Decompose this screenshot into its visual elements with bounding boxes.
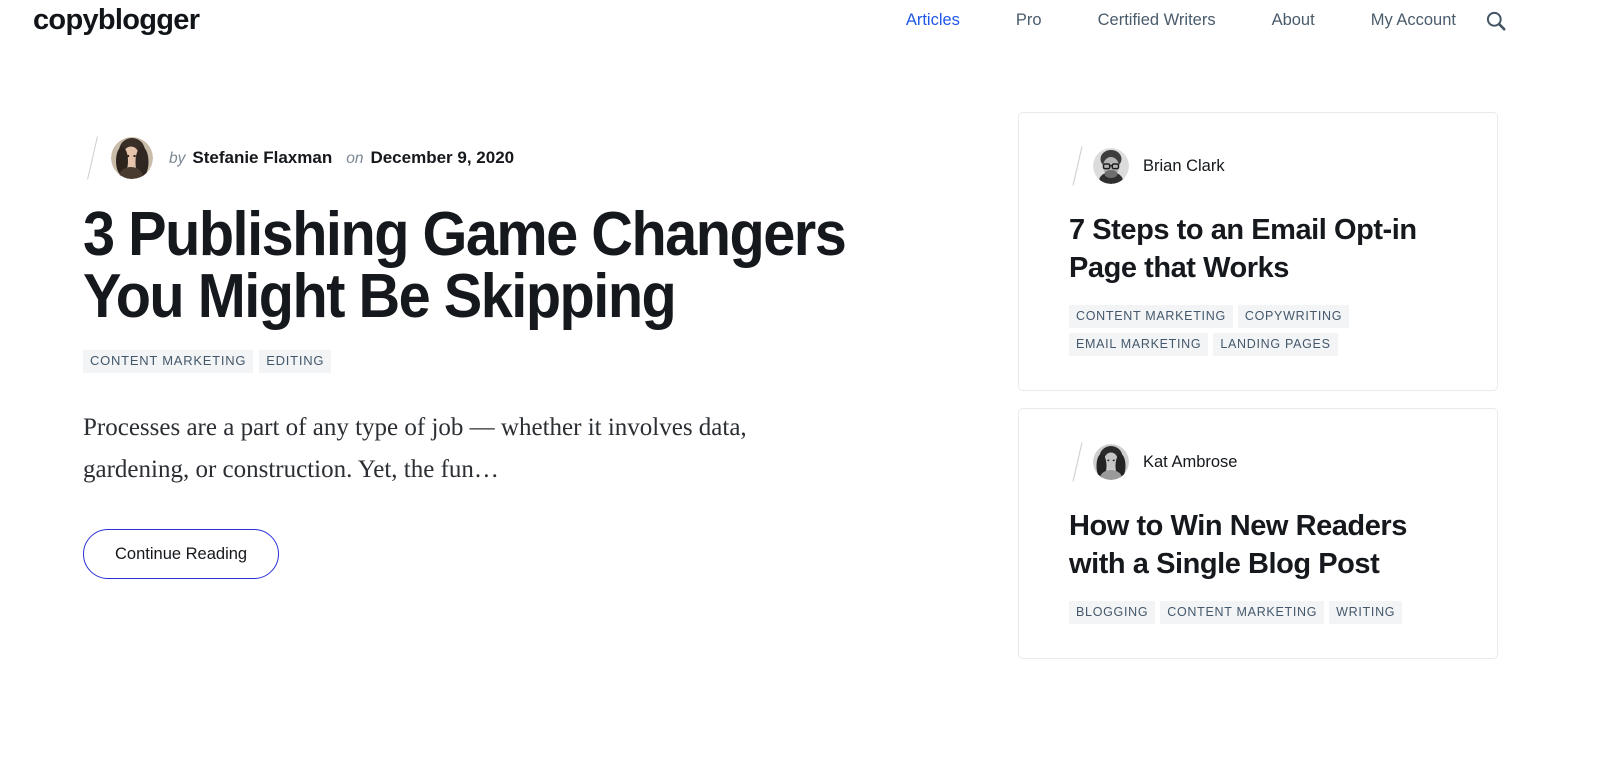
tag-writing[interactable]: WRITING	[1329, 601, 1403, 624]
post-card[interactable]: Kat Ambrose How to Win New Readers with …	[1018, 408, 1498, 659]
avatar	[1093, 148, 1129, 184]
sidebar-related-posts: Brian Clark 7 Steps to an Email Opt-in P…	[1018, 112, 1498, 676]
tag-email-marketing[interactable]: EMAIL MARKETING	[1069, 333, 1209, 356]
byline-on-label: on	[346, 149, 364, 167]
card-author-name[interactable]: Brian Clark	[1143, 156, 1225, 176]
main-navigation: Articles Pro Certified Writers About My …	[878, 9, 1456, 31]
slash-divider-icon	[1069, 440, 1085, 484]
slash-divider-icon	[83, 134, 101, 182]
tag-content-marketing[interactable]: CONTENT MARKETING	[1069, 305, 1233, 328]
tag-content-marketing[interactable]: CONTENT MARKETING	[83, 350, 254, 373]
byline-by-label: by	[169, 149, 186, 167]
search-icon-glyph	[1486, 11, 1506, 31]
byline-text: by Stefanie Flaxman on December 9, 2020	[169, 147, 514, 170]
nav-item-articles[interactable]: Articles	[878, 9, 988, 31]
featured-post-excerpt: Processes are a part of any type of job …	[83, 414, 747, 483]
tag-landing-pages[interactable]: LANDING PAGES	[1213, 333, 1338, 356]
featured-post: by Stefanie Flaxman on December 9, 2020 3 P…	[83, 130, 903, 579]
nav-item-my-account[interactable]: My Account	[1343, 9, 1456, 31]
slash-divider-icon	[1069, 144, 1085, 188]
featured-byline: by Stefanie Flaxman on December 9, 2020	[83, 130, 903, 186]
avatar-image	[1093, 444, 1129, 480]
search-icon[interactable]	[1484, 9, 1508, 33]
avatar	[111, 137, 153, 179]
post-card[interactable]: Brian Clark 7 Steps to an Email Opt-in P…	[1018, 112, 1498, 391]
featured-post-title[interactable]: 3 Publishing Game Changers You Might Be …	[83, 204, 847, 328]
card-post-title[interactable]: How to Win New Readers with a Single Blo…	[1069, 507, 1447, 583]
card-tag-list: CONTENT MARKETING COPYWRITING EMAIL MARK…	[1069, 305, 1447, 356]
featured-tag-list: CONTENT MARKETING EDITING	[83, 350, 903, 373]
tag-content-marketing[interactable]: CONTENT MARKETING	[1160, 601, 1325, 624]
byline-date: December 9, 2020	[370, 147, 515, 167]
site-logo[interactable]: copyblogger	[33, 4, 200, 37]
tag-copywriting[interactable]: COPYWRITING	[1237, 305, 1350, 328]
card-byline: Kat Ambrose	[1069, 437, 1447, 487]
card-tag-list: BLOGGING CONTENT MARKETING WRITING	[1069, 601, 1447, 624]
continue-reading-button[interactable]: Continue Reading	[83, 529, 280, 579]
card-post-title[interactable]: 7 Steps to an Email Opt-in Page that Wor…	[1069, 211, 1447, 287]
page-root: copyblogger Articles Pro Certified Write…	[0, 0, 1600, 659]
avatar	[1093, 444, 1129, 480]
nav-item-certified-writers[interactable]: Certified Writers	[1070, 9, 1244, 31]
card-byline: Brian Clark	[1069, 141, 1447, 191]
tag-blogging[interactable]: BLOGGING	[1069, 601, 1156, 624]
nav-item-about[interactable]: About	[1244, 9, 1343, 31]
site-header: copyblogger Articles Pro Certified Write…	[0, 0, 1600, 44]
tag-editing[interactable]: EDITING	[259, 350, 332, 373]
nav-item-pro[interactable]: Pro	[988, 9, 1070, 31]
card-author-name[interactable]: Kat Ambrose	[1143, 452, 1237, 472]
avatar-image	[1093, 148, 1129, 184]
byline-author[interactable]: Stefanie Flaxman	[192, 148, 332, 167]
avatar-image	[111, 137, 153, 179]
